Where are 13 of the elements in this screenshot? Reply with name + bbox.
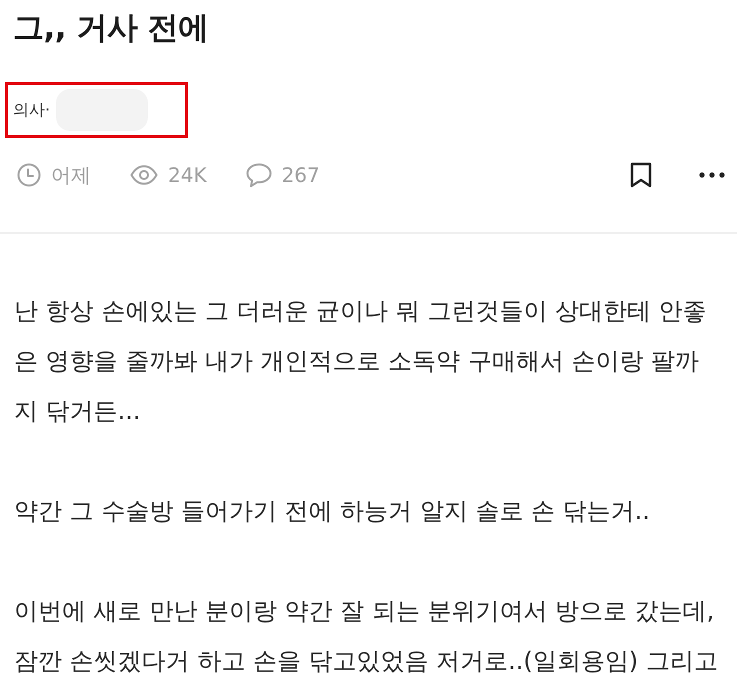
body-paragraph: 약간 그 수술방 들어가기 전에 하능거 알지 솔로 손 닦는거.. <box>14 496 651 527</box>
more-icon[interactable] <box>699 172 725 178</box>
body-paragraph: 이번에 새로 만난 분이랑 약간 잘 되는 분위기여서 방으로 갔는데, 잠깐 손씻겠다거 하고 손을 닦고있었음 저거로..(일회용임) 그리고 <box>14 596 719 677</box>
view-count: 24K <box>168 163 207 187</box>
author-label: 의사· <box>13 100 50 120</box>
clock-icon <box>17 163 41 187</box>
post-title: 그,, 거사 전에 <box>13 9 210 48</box>
eye-icon <box>130 165 158 185</box>
bookmark-icon[interactable] <box>630 162 652 188</box>
body-paragraph: 난 항상 손에있는 그 더러운 균이나 뭐 그런것들이 상대한테 안좋 은 영향을 줄까봐 내가 개인적으로 소독약 구매해서 손이랑 팔까 지 닦거든... <box>14 296 708 427</box>
post-time: 어제 <box>51 162 91 188</box>
speech-bubble-icon <box>246 162 272 188</box>
comment-count: 267 <box>282 163 320 187</box>
